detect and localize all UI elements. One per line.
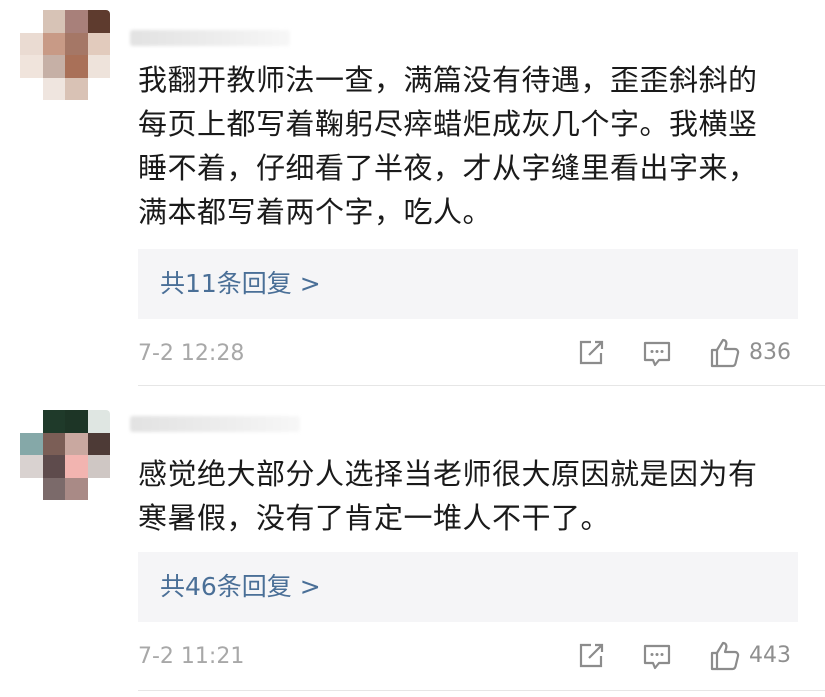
like-count: 836: [749, 340, 791, 365]
avatar-pixel: [65, 10, 88, 33]
username-blurred[interactable]: [130, 416, 300, 432]
avatar-pixel: [42, 410, 65, 433]
view-replies-button[interactable]: 共46条回复 >: [138, 552, 798, 622]
avatar-pixel: [42, 55, 65, 78]
avatar-pixel: [20, 55, 43, 78]
avatar-pixel: [87, 32, 110, 55]
username-blurred[interactable]: [130, 30, 290, 46]
comment-text: 我翻开教师法一查，满篇没有待遇，歪歪斜斜的 每页上都写着鞠躬尽瘁蜡炬成灰几个字。…: [138, 58, 798, 234]
comment-icon: [643, 341, 671, 367]
avatar-pixel: [87, 10, 110, 33]
avatar-pixel: [42, 455, 65, 478]
avatar-pixel: [87, 410, 110, 433]
comment-button[interactable]: [642, 642, 672, 672]
avatar-pixel: [42, 432, 65, 455]
like-button[interactable]: 836: [709, 337, 791, 369]
thumbs-up-icon: [710, 338, 740, 368]
avatar-pixel: [65, 432, 88, 455]
avatar-pixel: [20, 77, 43, 100]
comment-text: 感觉绝大部分人选择当老师很大原因就是因为有 寒暑假，没有了肯定一堆人不干了。: [138, 452, 798, 540]
comment-text-line: 感觉绝大部分人选择当老师很大原因就是因为有: [138, 457, 758, 491]
share-button[interactable]: [577, 642, 605, 672]
share-button[interactable]: [577, 339, 605, 369]
comment-text-line: 寒暑假，没有了肯定一堆人不干了。: [138, 501, 611, 535]
comment-icon: [643, 644, 671, 670]
avatar-pixel: [20, 477, 43, 500]
avatar-pixel: [42, 477, 65, 500]
avatar-pixel: [65, 55, 88, 78]
avatar-pixel: [42, 10, 65, 33]
avatar-pixel: [20, 410, 43, 433]
avatar[interactable]: [20, 410, 110, 500]
avatar-pixel: [87, 455, 110, 478]
avatar-pixel: [20, 455, 43, 478]
avatar-pixel: [65, 77, 88, 100]
avatar-pixel: [87, 77, 110, 100]
avatar-pixel: [87, 477, 110, 500]
avatar-pixel: [20, 32, 43, 55]
avatar[interactable]: [20, 10, 110, 100]
view-replies-button[interactable]: 共11条回复 >: [138, 249, 798, 319]
share-icon: [579, 643, 604, 668]
comment-timestamp: 7-2 12:28: [138, 341, 245, 366]
avatar-pixel: [20, 10, 43, 33]
comment-text-line: 睡不着，仔细看了半夜，才从字缝里看出字来，: [138, 151, 758, 185]
avatar-pixel: [65, 477, 88, 500]
share-icon: [579, 340, 604, 365]
avatar-pixel: [42, 77, 65, 100]
avatar-pixel: [87, 55, 110, 78]
avatar-pixel: [65, 32, 88, 55]
avatar-pixel: [65, 410, 88, 433]
avatar-pixel: [20, 432, 43, 455]
comment-text-line: 我翻开教师法一查，满篇没有待遇，歪歪斜斜的: [138, 63, 758, 97]
avatar-pixel: [65, 455, 88, 478]
like-button[interactable]: 443: [709, 640, 791, 672]
comment-divider: [138, 690, 825, 691]
comment-timestamp: 7-2 11:21: [138, 644, 245, 669]
comment-text-line: 满本都写着两个字，吃人。: [138, 195, 493, 229]
thumbs-up-icon: [710, 641, 740, 671]
comment-item: 感觉绝大部分人选择当老师很大原因就是因为有 寒暑假，没有了肯定一堆人不干了。 共…: [0, 386, 825, 697]
comment-item: 我翻开教师法一查，满篇没有待遇，歪歪斜斜的 每页上都写着鞠躬尽瘁蜡炬成灰几个字。…: [0, 0, 825, 385]
comment-text-line: 每页上都写着鞠躬尽瘁蜡炬成灰几个字。我横竖: [138, 107, 758, 141]
comment-button[interactable]: [642, 339, 672, 369]
avatar-pixel: [87, 432, 110, 455]
avatar-pixel: [42, 32, 65, 55]
like-count: 443: [749, 643, 791, 668]
